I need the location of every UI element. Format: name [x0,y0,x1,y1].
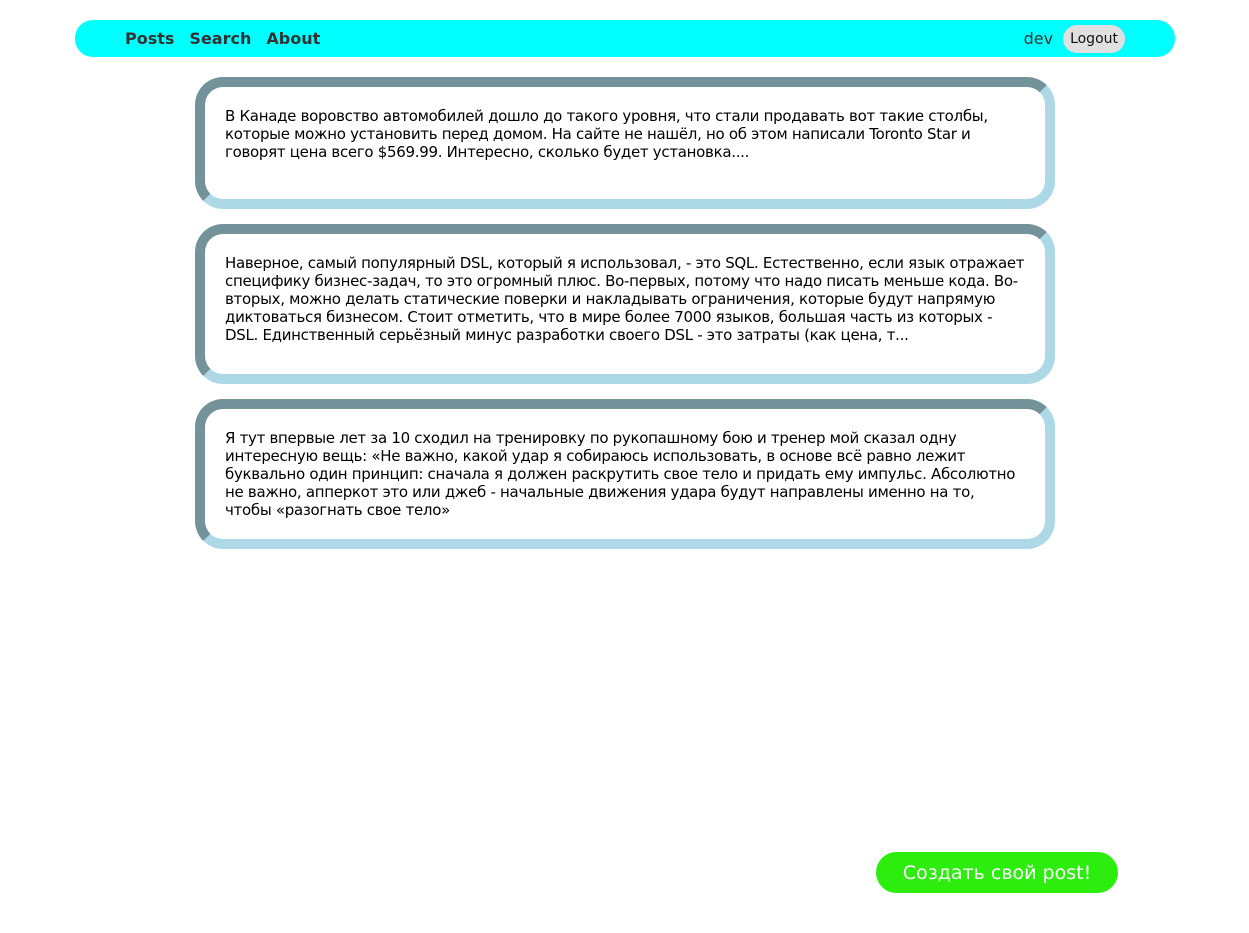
post-card[interactable]: Я тут впервые лет за 10 сходил на тренир… [195,399,1055,549]
nav-search[interactable]: Search [189,29,251,48]
post-card[interactable]: В Канаде воровство автомобилей дошло до … [195,77,1055,209]
logout-button[interactable]: Logout [1063,24,1125,53]
post-card[interactable]: Наверное, самый популярный DSL, который … [195,224,1055,384]
post-text: В Канаде воровство автомобилей дошло до … [225,107,988,161]
nav-about[interactable]: About [266,29,320,48]
top-nav: Posts Search About dev Logout [75,20,1175,57]
create-post-button[interactable]: Создать свой post! [876,852,1118,893]
nav-posts[interactable]: Posts [125,29,174,48]
post-text: Я тут впервые лет за 10 сходил на тренир… [225,429,1016,519]
username: dev [1023,29,1054,48]
user-area: dev Logout [1023,24,1125,53]
post-text: Наверное, самый популярный DSL, который … [225,254,1025,344]
